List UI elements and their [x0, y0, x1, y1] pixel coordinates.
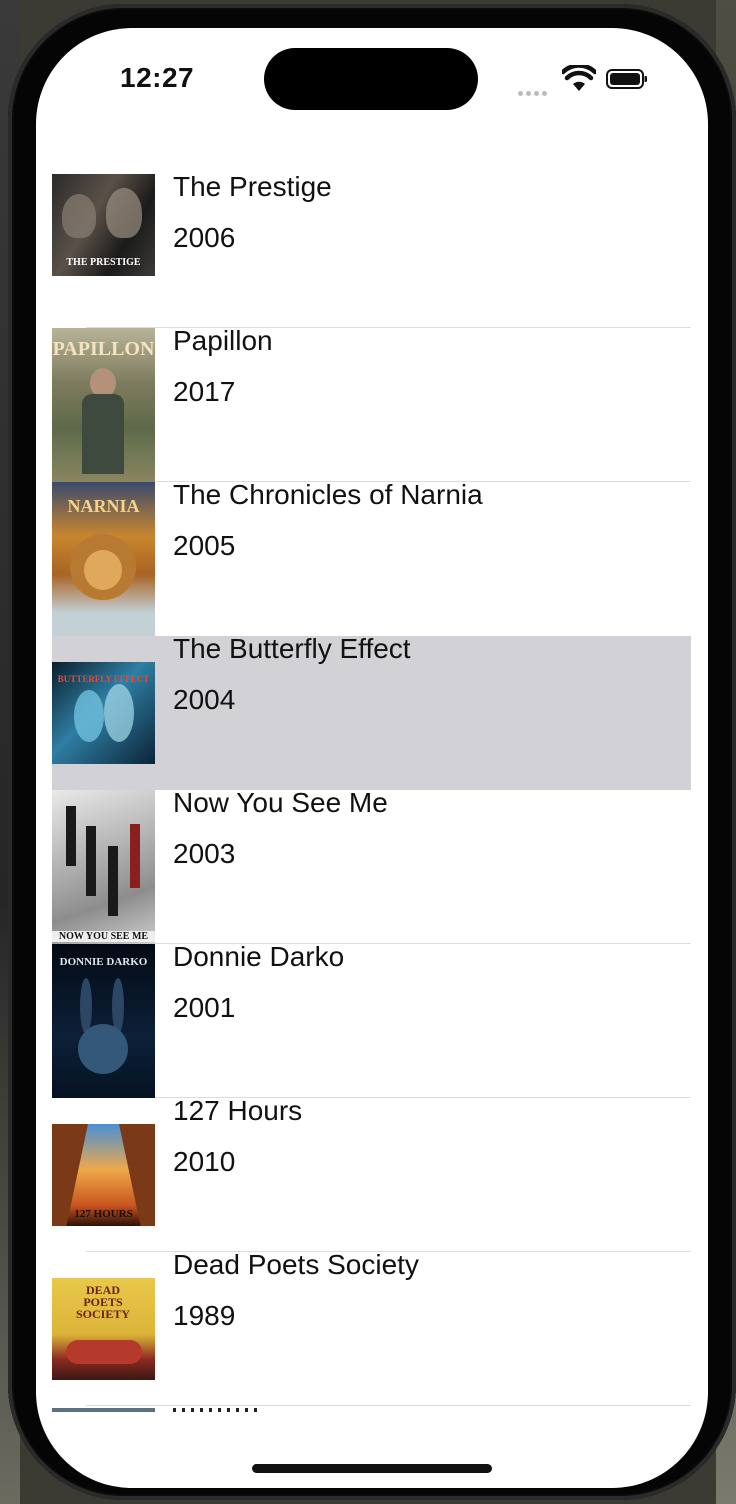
poster-image: NARNIA [52, 482, 155, 636]
row-separator [86, 1405, 691, 1406]
movie-row[interactable]: 127 HOURS 127 Hours 2010 [52, 1095, 691, 1252]
poster-image: DONNIE DARKO [52, 944, 155, 1098]
phone-screen: 12:27 THE PRESTIGE The Prestige 2006 PAP… [36, 28, 708, 1488]
dynamic-island [264, 48, 478, 110]
movie-row[interactable]: DEAD POETS SOCIETY Dead Poets Society 19… [52, 1249, 691, 1406]
poster-image: PAPILLON [52, 328, 155, 482]
movie-year: 2003 [173, 838, 236, 869]
poster-caption: THE PRESTIGE [66, 257, 141, 268]
movie-title: Dead Poets Society [173, 1249, 419, 1280]
movie-row-selected[interactable]: BUTTERFLY EFFECT The Butterfly Effect 20… [52, 633, 691, 790]
poster-caption: 127 HOURS [74, 1208, 133, 1220]
poster-caption: NARNIA [67, 496, 140, 516]
movie-title: The Chronicles of Narnia [173, 479, 483, 510]
movie-year: 2005 [173, 530, 236, 561]
movie-year: 2004 [173, 684, 236, 715]
movie-row[interactable]: NOW YOU SEE ME Now You See Me 2003 [52, 787, 691, 944]
movie-year: 2001 [173, 992, 236, 1023]
movie-title: The Butterfly Effect [173, 633, 411, 664]
movie-title: Donnie Darko [173, 941, 345, 972]
movie-year: 2006 [173, 222, 236, 253]
movie-row[interactable]: THE PRESTIGE The Prestige 2006 [52, 171, 691, 328]
status-time: 12:27 [120, 62, 195, 93]
movie-title: 127 Hours [173, 1095, 303, 1126]
poster-image: BUTTERFLY EFFECT [52, 662, 155, 764]
battery-icon [606, 69, 647, 89]
movie-row[interactable]: PAPILLON Papillon 2017 [52, 325, 691, 482]
wifi-icon [562, 65, 596, 91]
poster-caption: NOW YOU SEE ME [52, 931, 155, 942]
poster-caption: DONNIE DARKO [59, 956, 148, 968]
movie-row[interactable]: DONNIE DARKO Donnie Darko 2001 [52, 941, 691, 1098]
poster-caption: DEAD POETS SOCIETY [75, 1283, 131, 1321]
poster-caption: PAPILLON [52, 338, 155, 360]
movie-list: THE PRESTIGE The Prestige 2006 PAPILLON … [52, 171, 691, 1406]
poster-image: NOW YOU SEE ME [52, 790, 155, 944]
movie-row[interactable]: NARNIA The Chronicles of Narnia 2005 [52, 479, 691, 636]
movie-title: Now You See Me [173, 787, 388, 818]
poster-caption: BUTTERFLY EFFECT [57, 674, 150, 684]
movie-year: 1989 [173, 1300, 236, 1331]
movie-year: 2017 [173, 376, 236, 407]
poster-image: 127 HOURS [52, 1124, 155, 1226]
status-bar: 12:27 [36, 28, 708, 138]
movie-title: The Prestige [173, 171, 332, 202]
movie-title: Papillon [173, 325, 273, 356]
poster-image: DEAD POETS SOCIETY [52, 1278, 155, 1380]
movie-year: 2010 [173, 1146, 236, 1177]
poster-image: THE PRESTIGE [52, 174, 155, 276]
poster-image-partial [52, 1408, 155, 1412]
cellular-signal-icon [518, 83, 552, 96]
title-partial [173, 1408, 263, 1412]
home-indicator[interactable] [252, 1464, 492, 1473]
movie-row-partial[interactable] [52, 1408, 691, 1428]
